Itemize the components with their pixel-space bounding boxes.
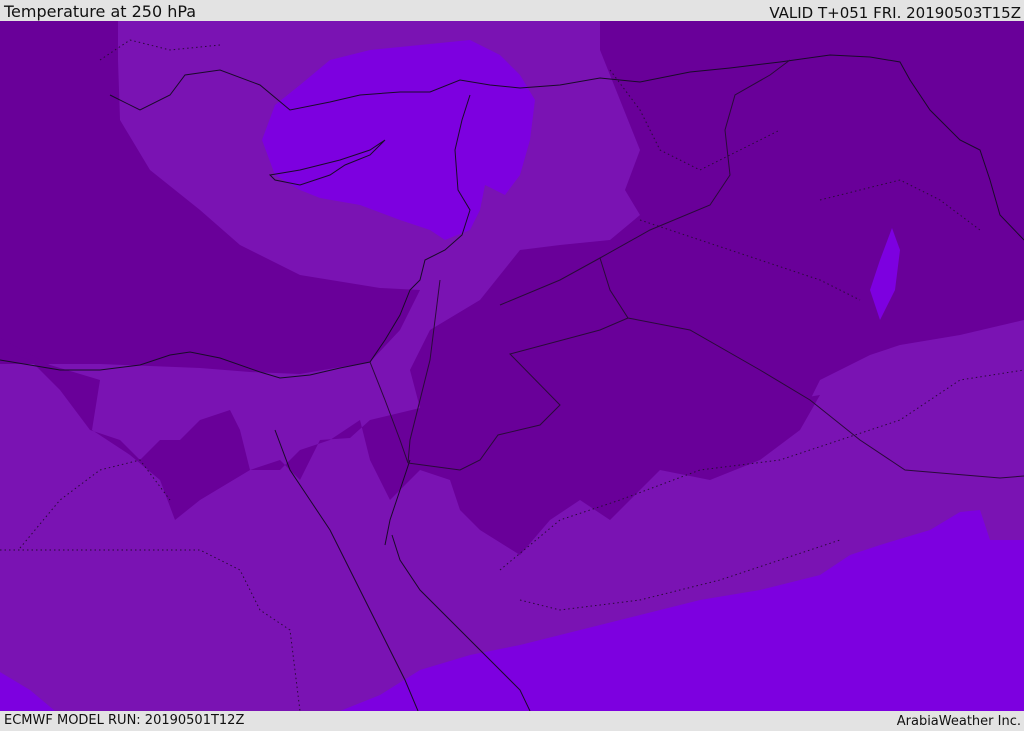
credit-text: ArabiaWeather Inc. (896, 714, 1021, 729)
temperature-map (0, 21, 1024, 711)
map-footer: ECMWF MODEL RUN: 20190501T12Z ArabiaWeat… (0, 711, 1024, 729)
model-run: ECMWF MODEL RUN: 20190501T12Z (4, 713, 245, 728)
map-header: Temperature at 250 hPa VALID T+051 FRI. … (0, 0, 1024, 21)
map-title: Temperature at 250 hPa (4, 2, 197, 21)
valid-time: VALID T+051 FRI. 20190503T15Z (769, 4, 1021, 22)
